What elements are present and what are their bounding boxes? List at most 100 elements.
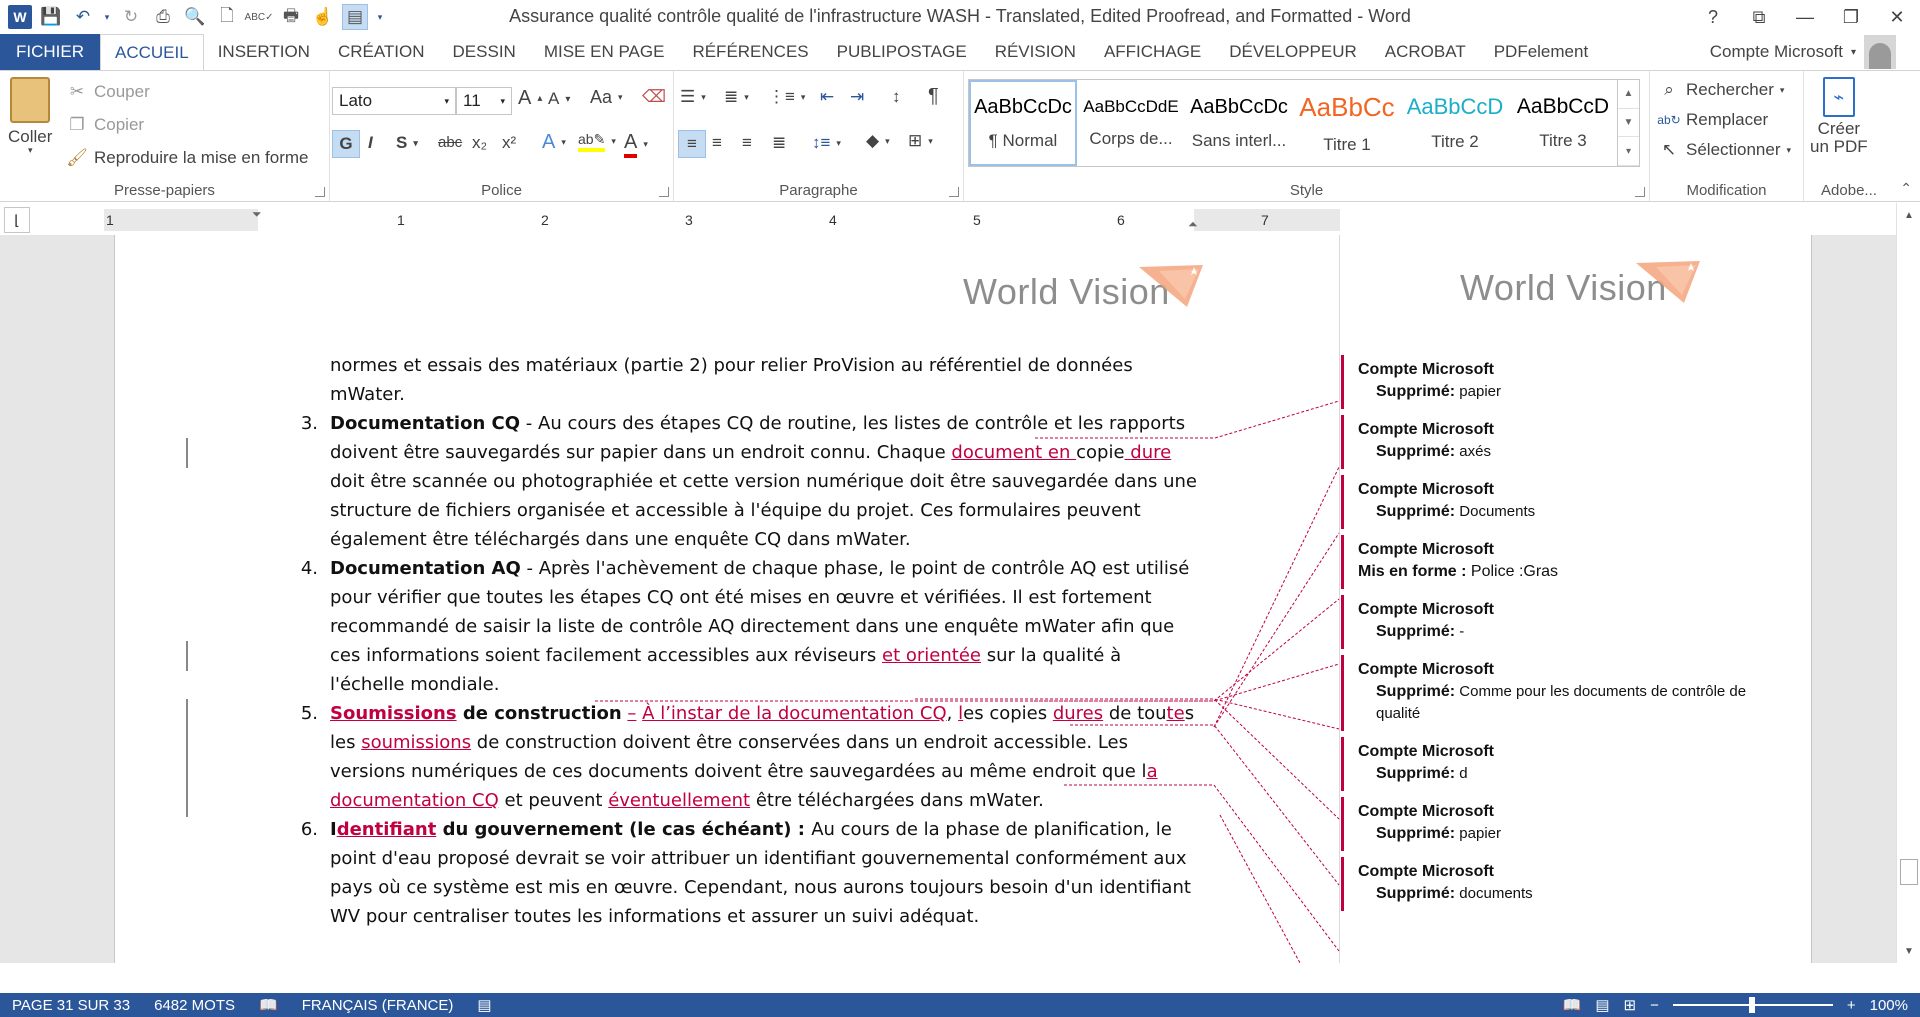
tab-creation[interactable]: CRÉATION	[324, 34, 439, 70]
account-menu[interactable]: Compte Microsoft ▾	[1710, 34, 1896, 70]
revision-balloon[interactable]: Compte Microsoft Supprimé: Documents	[1341, 475, 1781, 529]
save-icon[interactable]: 💾	[38, 4, 64, 30]
tab-accueil[interactable]: ACCUEIL	[100, 34, 204, 70]
style-titre-1[interactable]: AaBbCc Titre 1	[1293, 80, 1401, 166]
web-layout-icon[interactable]: ⊞	[1624, 996, 1637, 1014]
proofing-icon[interactable]: 📖	[247, 996, 290, 1014]
tab-revision[interactable]: RÉVISION	[981, 34, 1090, 70]
revision-balloon[interactable]: Compte Microsoft Supprimé: papier	[1341, 797, 1781, 851]
style-titre-2[interactable]: AaBbCcD Titre 2	[1401, 80, 1509, 166]
cut-button[interactable]: ✂ Couper	[66, 81, 150, 103]
indent-marker-icon[interactable]: ⏷	[252, 207, 262, 222]
chevron-down-icon[interactable]: ▼	[1618, 109, 1639, 138]
font-name-combo[interactable]: Lato ▾	[332, 87, 456, 115]
dialog-launcher-icon[interactable]	[659, 187, 669, 197]
select-button[interactable]: ↖ Sélectionner ▾	[1658, 139, 1791, 161]
scroll-thumb[interactable]	[1900, 859, 1918, 885]
horizontal-ruler[interactable]: 1 1 2 3 4 5 6 7 ⏷ ⏶	[104, 207, 1340, 232]
bullets-icon[interactable]: ☰ ▾	[680, 87, 706, 107]
help-icon[interactable]: ?	[1690, 0, 1736, 34]
touch-mode-icon[interactable]: ☝	[310, 4, 336, 30]
change-case-button[interactable]: Aa ▾	[590, 87, 623, 108]
zoom-in-icon[interactable]: +	[1847, 997, 1856, 1014]
increase-indent-icon[interactable]: ⇥	[850, 87, 864, 107]
shading-icon[interactable]: ◆ ▾	[866, 131, 890, 151]
underline-button[interactable]: S ▾	[396, 133, 418, 153]
decrease-indent-icon[interactable]: ⇤	[820, 87, 834, 107]
spelling-icon[interactable]: ABC✓	[245, 4, 274, 30]
tab-publipostage[interactable]: PUBLIPOSTAGE	[823, 34, 981, 70]
sort-icon[interactable]: ↕	[892, 87, 901, 107]
dialog-launcher-icon[interactable]	[949, 187, 959, 197]
revision-balloon[interactable]: Compte Microsoft Mis en forme : Police :G…	[1341, 535, 1781, 589]
ribbon-display-icon[interactable]: ⧉	[1736, 0, 1782, 34]
highlight-icon[interactable]: ab✎ ▾	[578, 131, 616, 152]
borders-icon[interactable]: ⊞ ▾	[908, 131, 933, 151]
copy-button[interactable]: ❐ Copier	[66, 114, 144, 136]
format-painter-button[interactable]: 🖌 Reproduire la mise en forme	[66, 147, 308, 169]
align-right-icon[interactable]: ≡	[742, 133, 752, 153]
shrink-font-icon[interactable]: A ▾	[548, 89, 570, 109]
macro-recording-icon[interactable]: ▤	[465, 996, 503, 1014]
text-effects-icon[interactable]: A ▾	[542, 131, 566, 154]
redo-icon[interactable]: ↻	[118, 4, 144, 30]
chevron-up-icon[interactable]: ▲	[1618, 80, 1639, 109]
chevron-down-icon[interactable]: ▾	[102, 4, 112, 30]
style-corps[interactable]: AaBbCcDdE Corps de...	[1077, 80, 1185, 166]
revision-balloon[interactable]: Compte Microsoft Supprimé: axés	[1341, 415, 1781, 469]
numbering-icon[interactable]: ≣ ▾	[724, 87, 749, 107]
tab-insertion[interactable]: INSERTION	[204, 34, 324, 70]
revision-balloon[interactable]: Compte Microsoft Supprimé: -	[1341, 595, 1781, 649]
scroll-down-icon[interactable]: ▼	[1897, 939, 1920, 963]
style-sans-interligne[interactable]: AaBbCcDc Sans interl...	[1185, 80, 1293, 166]
language-indicator[interactable]: FRANÇAIS (FRANCE)	[290, 997, 466, 1014]
zoom-level[interactable]: 100%	[1870, 997, 1908, 1014]
revision-balloon[interactable]: Compte Microsoft Supprimé: d	[1341, 737, 1781, 791]
print-preview-icon[interactable]: 🔍	[182, 4, 208, 30]
multilevel-list-icon[interactable]: ⋮≡ ▾	[768, 87, 805, 107]
document-body[interactable]: normes et essais des matériaux (partie 2…	[301, 351, 1200, 931]
bold-button[interactable]: G	[332, 130, 360, 158]
grow-font-icon[interactable]: A ▴	[518, 87, 542, 110]
subscript-button[interactable]: x₂	[472, 133, 487, 153]
right-indent-marker-icon[interactable]: ⏶	[1188, 217, 1198, 232]
dialog-launcher-icon[interactable]	[315, 187, 325, 197]
strikethrough-button[interactable]: abc	[438, 134, 462, 151]
more-styles-icon[interactable]: ▾	[1618, 137, 1639, 167]
italic-button[interactable]: I	[368, 133, 373, 153]
superscript-button[interactable]: x²	[502, 133, 516, 153]
align-left-icon[interactable]: ≡	[678, 130, 706, 158]
align-center-icon[interactable]: ≡	[712, 133, 722, 153]
zoom-slider[interactable]	[1672, 997, 1833, 1013]
revision-balloon[interactable]: Compte Microsoft Supprimé: Comme pour les…	[1341, 655, 1781, 731]
print-icon[interactable]: ⎙	[150, 4, 176, 30]
tab-affichage[interactable]: AFFICHAGE	[1090, 34, 1215, 70]
dialog-launcher-icon[interactable]	[1635, 187, 1645, 197]
replace-button[interactable]: ab↻ Remplacer	[1657, 109, 1768, 131]
clear-formatting-icon[interactable]: ⌫	[642, 87, 666, 107]
quick-print-icon[interactable]: 🖶	[278, 4, 304, 30]
close-icon[interactable]: ✕	[1874, 0, 1920, 34]
minimize-icon[interactable]: —	[1782, 0, 1828, 34]
tab-fichier[interactable]: FICHIER	[0, 34, 100, 70]
view-icon[interactable]: ▤	[342, 4, 368, 30]
font-size-combo[interactable]: 11 ▾	[456, 87, 512, 115]
find-button[interactable]: ⌕ Rechercher ▾	[1658, 79, 1784, 101]
print-layout-icon[interactable]: ▤	[1595, 996, 1609, 1014]
read-mode-icon[interactable]: 📖	[1563, 996, 1582, 1014]
scroll-up-icon[interactable]: ▲	[1897, 203, 1920, 227]
create-pdf-button[interactable]: ⌁ Créer un PDF	[1810, 77, 1868, 157]
tab-mise-en-page[interactable]: MISE EN PAGE	[530, 34, 679, 70]
tab-dessin[interactable]: DESSIN	[439, 34, 530, 70]
word-count[interactable]: 6482 MOTS	[142, 997, 247, 1014]
revision-balloon[interactable]: Compte Microsoft Supprimé: papier	[1341, 355, 1781, 409]
vertical-scrollbar[interactable]: ▲ ▼	[1896, 203, 1920, 963]
tab-developpeur[interactable]: DÉVELOPPEUR	[1215, 34, 1371, 70]
zoom-out-icon[interactable]: −	[1650, 997, 1659, 1014]
tab-selector-icon[interactable]: ⌊	[4, 207, 30, 233]
tab-acrobat[interactable]: ACROBAT	[1371, 34, 1480, 70]
page-count[interactable]: PAGE 31 SUR 33	[0, 997, 142, 1014]
paste-button[interactable]: Coller ▾	[8, 77, 52, 156]
undo-icon[interactable]: ↶	[70, 4, 96, 30]
style-titre-3[interactable]: AaBbCcD Titre 3	[1509, 80, 1617, 166]
